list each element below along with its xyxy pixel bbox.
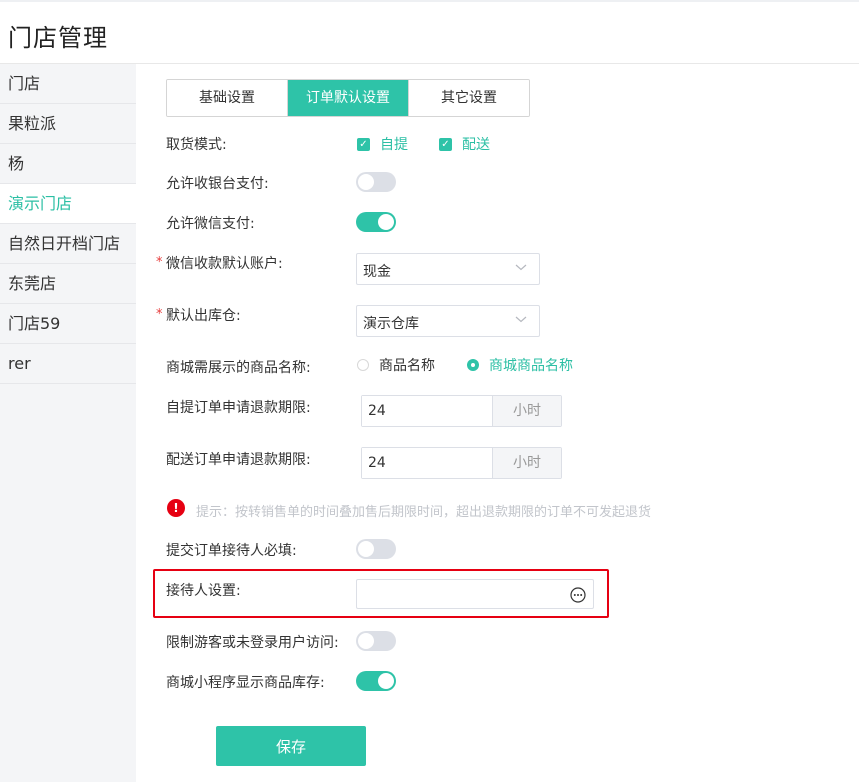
settings-tabs: 基础设置 订单默认设置 其它设置 (166, 79, 530, 117)
sidebar-item-dongguan-store[interactable]: 东莞店 (0, 264, 136, 304)
sidebar-item-natural-day-store[interactable]: 自然日开档门店 (0, 224, 136, 264)
toggle-knob (358, 541, 374, 557)
mall-product-name-radio-label: 商城商品名称 (489, 358, 573, 374)
sidebar-item-yang[interactable]: 杨 (0, 144, 136, 184)
wechat-account-value: 现金 (363, 264, 391, 280)
show-stock-toggle[interactable] (356, 671, 396, 691)
delivery-refund-unit: 小时 (492, 448, 561, 478)
restrict-guest-label: 限制游客或未登录用户访问: (166, 635, 339, 651)
receiver-required-label: 提交订单接待人必填: (166, 543, 297, 559)
sidebar-item-store59[interactable]: 门店59 (0, 304, 136, 344)
delivery-refund-limit-label: 配送订单申请退款期限: (166, 452, 311, 468)
sidebar-item-store[interactable]: 门店 (0, 64, 136, 104)
mall-product-name-radio[interactable]: 商城商品名称 (467, 355, 573, 375)
tab-order-default-settings[interactable]: 订单默认设置 (287, 80, 408, 116)
required-mark: * (156, 307, 163, 322)
wechat-account-label: 微信收款默认账户: (166, 256, 283, 272)
cashier-pay-label: 允许收银台支付: (166, 176, 269, 192)
pickup-refund-unit: 小时 (492, 396, 561, 426)
chevron-down-icon (515, 264, 527, 271)
default-warehouse-value: 演示仓库 (363, 316, 419, 332)
toggle-knob (358, 633, 374, 649)
toggle-knob (378, 673, 394, 689)
page-title: 门店管理 (8, 24, 108, 52)
tab-other-settings[interactable]: 其它设置 (408, 80, 529, 116)
sidebar-item-demo-store[interactable]: 演示门店 (0, 184, 136, 224)
delivery-refund-limit-input[interactable] (362, 448, 492, 478)
page-header: 门店管理 (0, 2, 859, 64)
refund-tip-text: 提示：按转销售单的时间叠加售后期限时间，超出退款期限的订单不可发起退货 (196, 505, 652, 520)
radio-dot-icon (467, 359, 479, 371)
pickup-mode-label: 取货模式: (166, 137, 227, 153)
check-icon: ✓ (357, 137, 370, 151)
receiver-setting-input[interactable] (356, 579, 594, 609)
radio-dot-icon (357, 359, 369, 371)
wechat-pay-toggle[interactable] (356, 212, 396, 232)
check-icon: ✓ (439, 137, 452, 151)
store-sidebar: 门店 果粒派 杨 演示门店 自然日开档门店 东莞店 门店59 rer (0, 64, 136, 782)
show-stock-label: 商城小程序显示商品库存: (166, 675, 325, 691)
sidebar-item-guolipai[interactable]: 果粒派 (0, 104, 136, 144)
chevron-down-icon (515, 316, 527, 323)
pickup-delivery-checkbox[interactable]: ✓ 配送 (439, 134, 490, 154)
receiver-required-toggle[interactable] (356, 539, 396, 559)
product-name-display-label: 商城需展示的商品名称: (166, 360, 311, 376)
pickup-refund-limit-label: 自提订单申请退款期限: (166, 400, 311, 416)
required-mark: * (156, 255, 163, 270)
save-button[interactable]: 保存 (216, 726, 366, 766)
default-warehouse-select[interactable]: 演示仓库 (356, 305, 540, 337)
pickup-self-label: 自提 (380, 137, 408, 153)
receiver-setting-label: 接待人设置: (166, 583, 241, 599)
pickup-refund-limit-group: 小时 (361, 395, 562, 427)
product-name-radio[interactable]: 商品名称 (357, 355, 435, 375)
wechat-account-select[interactable]: 现金 (356, 253, 540, 285)
restrict-guest-toggle[interactable] (356, 631, 396, 651)
toggle-knob (378, 214, 394, 230)
delivery-refund-limit-group: 小时 (361, 447, 562, 479)
wechat-pay-label: 允许微信支付: (166, 216, 255, 232)
pickup-refund-limit-input[interactable] (362, 396, 492, 426)
tab-basic-settings[interactable]: 基础设置 (167, 80, 287, 116)
more-options-icon[interactable] (570, 587, 586, 603)
cashier-pay-toggle[interactable] (356, 172, 396, 192)
warning-icon: ! (167, 499, 185, 517)
pickup-self-checkbox[interactable]: ✓ 自提 (357, 134, 408, 154)
pickup-delivery-label: 配送 (462, 137, 490, 153)
toggle-knob (358, 174, 374, 190)
product-name-radio-label: 商品名称 (379, 358, 435, 374)
default-warehouse-label: 默认出库仓: (166, 308, 241, 324)
sidebar-item-rer[interactable]: rer (0, 344, 136, 384)
